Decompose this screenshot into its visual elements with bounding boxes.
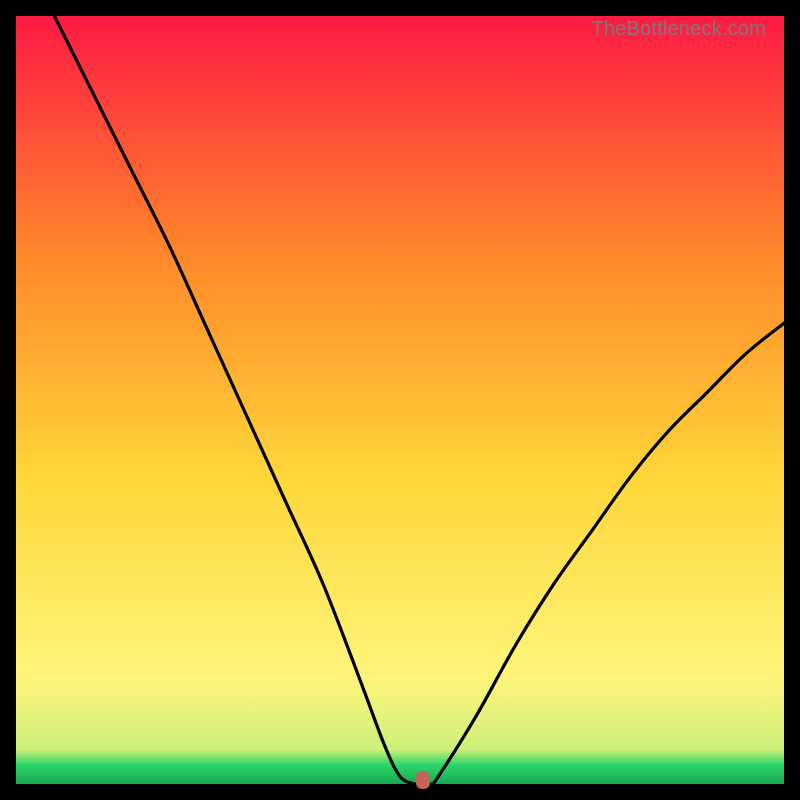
minimum-marker bbox=[416, 771, 430, 789]
chart-frame: TheBottleneck.com bbox=[16, 16, 784, 784]
chart-svg bbox=[16, 16, 784, 784]
watermark-text: TheBottleneck.com bbox=[591, 18, 766, 41]
gradient-background bbox=[16, 16, 784, 784]
